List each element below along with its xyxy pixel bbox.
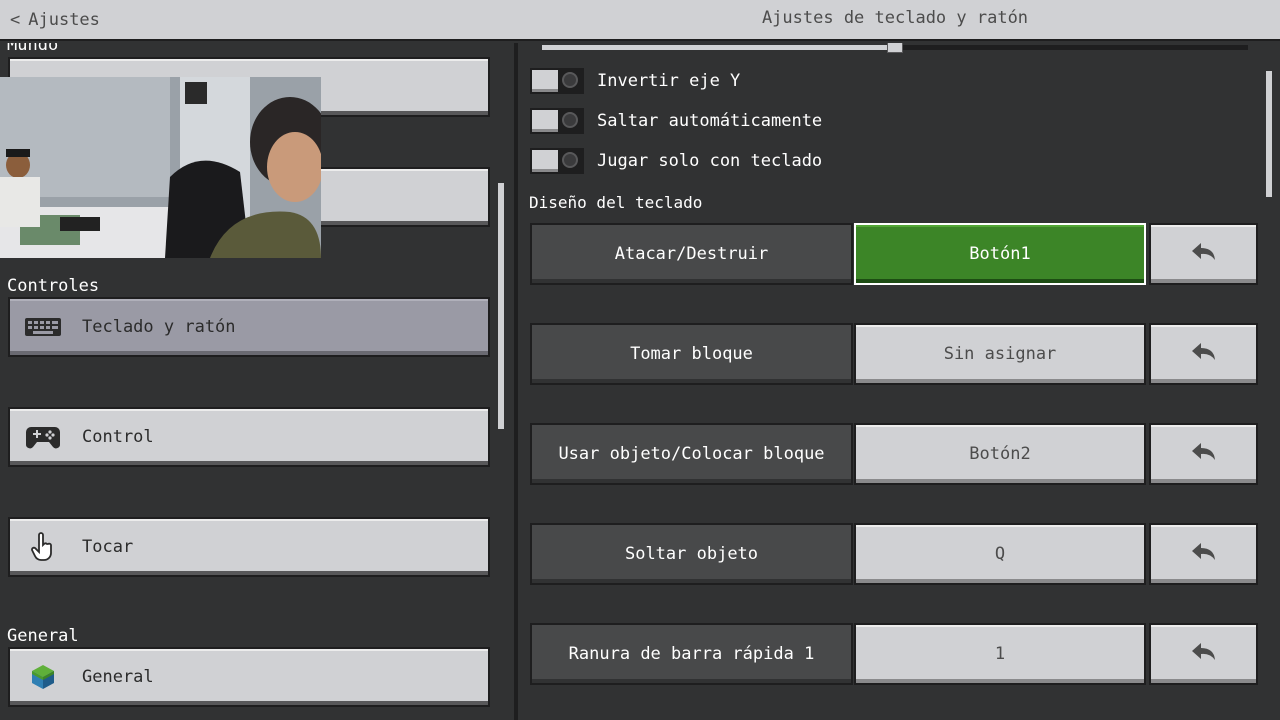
reset-binding-button[interactable] <box>1149 423 1258 485</box>
binding-action-label: Ranura de barra rápida 1 <box>530 623 853 685</box>
sidebar-item-label: Teclado y ratón <box>82 317 236 337</box>
undo-arrow-icon <box>1190 441 1218 467</box>
undo-arrow-icon <box>1190 641 1218 667</box>
sensitivity-slider[interactable] <box>542 43 1248 53</box>
page-title: Ajustes de teclado y ratón <box>761 8 1029 28</box>
binding-key-button[interactable]: Sin asignar <box>854 323 1146 385</box>
binding-row-attack: Atacar/Destruir Botón1 <box>530 223 1258 285</box>
back-button-label: Ajustes <box>28 10 100 30</box>
keyboard-mouse-settings-panel: Invertir eje Y Saltar automáticamente Ju… <box>518 43 1280 720</box>
sidebar-item-label: Control <box>82 427 154 447</box>
slider-fill <box>542 45 895 50</box>
sidebar-item-keyboard-mouse[interactable]: Teclado y ratón <box>8 297 490 357</box>
toggle-label: Jugar solo con teclado <box>597 151 823 171</box>
sidebar-item-touch[interactable]: Tocar <box>8 517 490 577</box>
binding-key-button[interactable]: Botón2 <box>854 423 1146 485</box>
sidebar-item-label: Tocar <box>82 537 134 557</box>
toggle-row-keyboard-only[interactable]: Jugar solo con teclado <box>530 147 822 175</box>
keyboard-only-toggle[interactable] <box>530 148 584 174</box>
auto-jump-toggle[interactable] <box>530 108 584 134</box>
toggle-knob <box>532 150 558 172</box>
binding-action-label: Soltar objeto <box>530 523 853 585</box>
undo-arrow-icon <box>1190 541 1218 567</box>
binding-action-label: Tomar bloque <box>530 323 853 385</box>
reset-binding-button[interactable] <box>1149 323 1258 385</box>
sidebar-item-label: General <box>82 667 154 687</box>
toggle-label: Saltar automáticamente <box>597 111 823 131</box>
gamepad-icon <box>24 421 62 453</box>
binding-row-pick-block: Tomar bloque Sin asignar <box>530 323 1258 385</box>
top-bar: < Ajustes Ajustes de teclado y ratón <box>0 0 1280 41</box>
toggle-row-invert-y[interactable]: Invertir eje Y <box>530 67 740 95</box>
binding-key-button[interactable]: 1 <box>854 623 1146 685</box>
invert-y-toggle[interactable] <box>530 68 584 94</box>
toggle-label: Invertir eje Y <box>597 71 741 91</box>
undo-arrow-icon <box>1190 341 1218 367</box>
reset-binding-button[interactable] <box>1149 223 1258 285</box>
toggle-off-icon <box>562 152 578 168</box>
binding-action-label: Atacar/Destruir <box>530 223 853 285</box>
sidebar-item-controller[interactable]: Control <box>8 407 490 467</box>
toggle-off-icon <box>562 72 578 88</box>
webcam-overlay-image <box>0 77 321 258</box>
sidebar-section-label-mundo: Mundo <box>7 43 59 55</box>
settings-scrollbar[interactable] <box>1266 71 1272 197</box>
sidebar-section-label-general: General <box>7 626 79 646</box>
touch-hand-icon <box>24 531 62 563</box>
chevron-left-icon: < <box>10 10 21 30</box>
binding-row-hotbar-1: Ranura de barra rápida 1 1 <box>530 623 1258 685</box>
binding-row-use-item: Usar objeto/Colocar bloque Botón2 <box>530 423 1258 485</box>
reset-binding-button[interactable] <box>1149 523 1258 585</box>
sidebar-section-label-controles: Controles <box>7 276 100 296</box>
grass-cube-icon <box>24 661 62 693</box>
toggle-knob <box>532 70 558 92</box>
sidebar-scrollbar[interactable] <box>498 183 504 429</box>
undo-arrow-icon <box>1190 241 1218 267</box>
binding-key-button[interactable]: Q <box>854 523 1146 585</box>
reset-binding-button[interactable] <box>1149 623 1258 685</box>
slider-thumb[interactable] <box>887 43 903 53</box>
toggle-off-icon <box>562 112 578 128</box>
binding-key-button[interactable]: Botón1 <box>854 223 1146 285</box>
toggle-knob <box>532 110 558 132</box>
keyboard-icon <box>24 311 62 343</box>
sidebar-item-general[interactable]: General <box>8 647 490 707</box>
binding-row-drop-item: Soltar objeto Q <box>530 523 1258 585</box>
toggle-row-auto-jump[interactable]: Saltar automáticamente <box>530 107 822 135</box>
keyboard-layout-heading: Diseño del teclado <box>529 193 703 212</box>
binding-action-label: Usar objeto/Colocar bloque <box>530 423 853 485</box>
back-button[interactable]: < Ajustes <box>10 6 100 34</box>
